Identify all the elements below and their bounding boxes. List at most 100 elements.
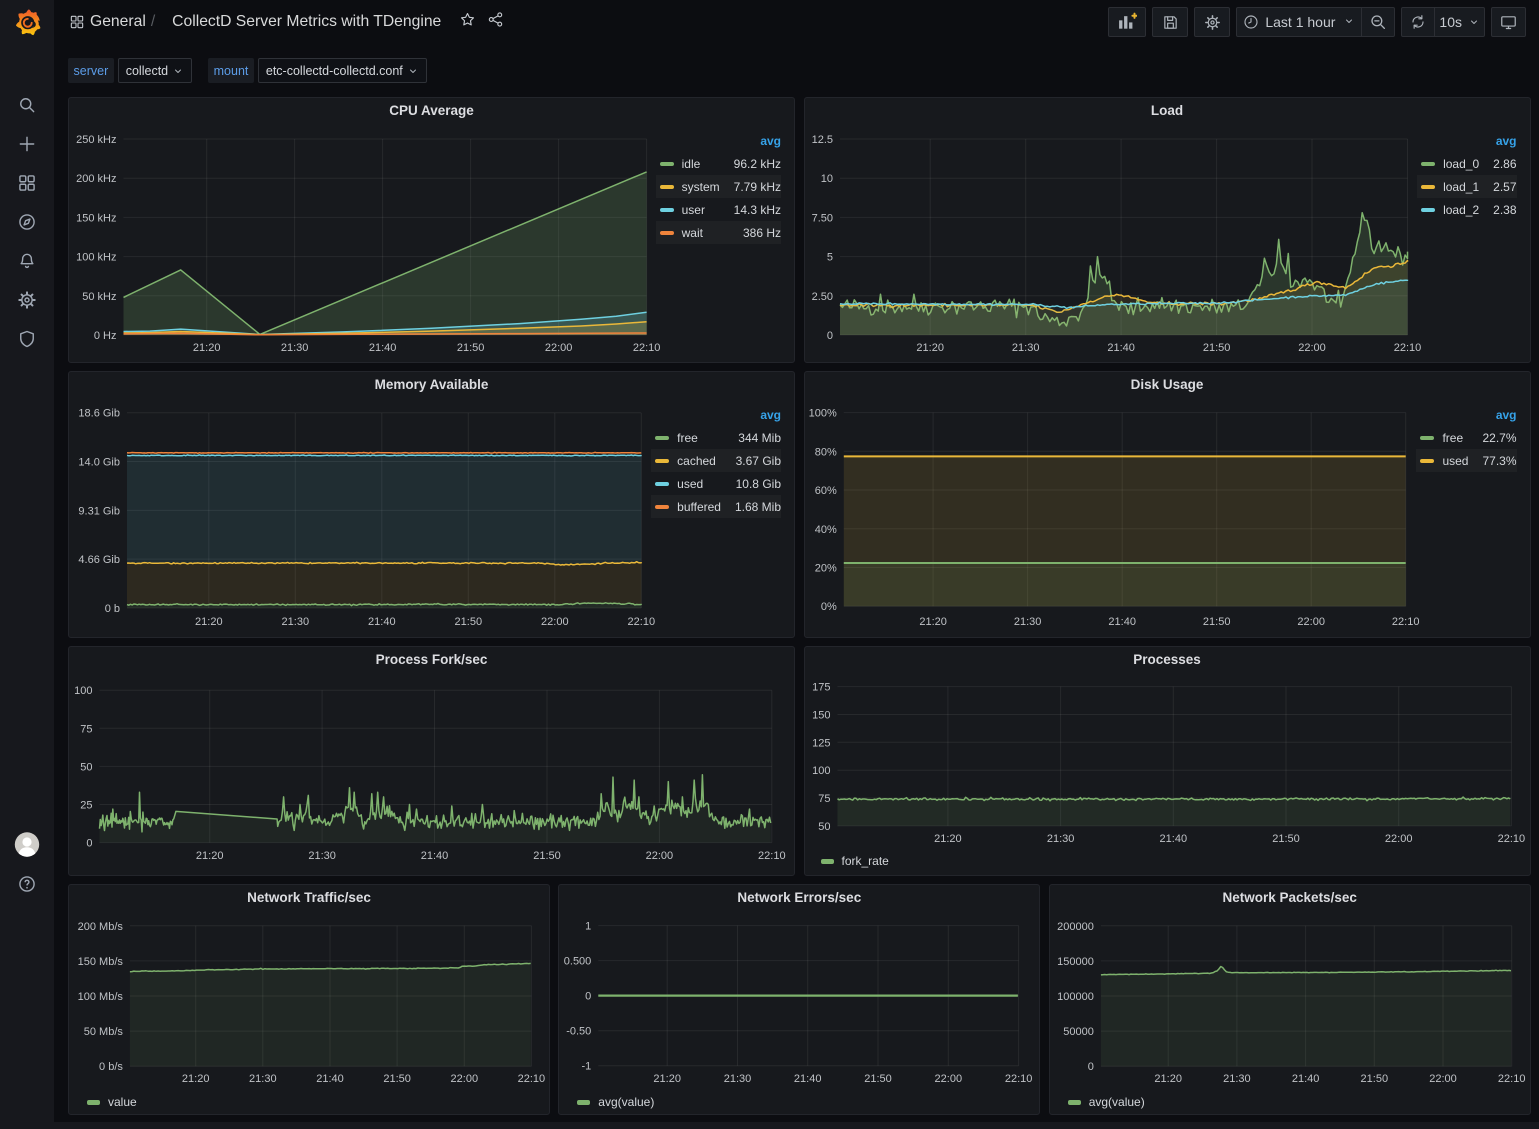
svg-text:0.500: 0.500 [564,956,592,968]
svg-text:21:30: 21:30 [308,850,336,862]
svg-text:21:40: 21:40 [368,616,396,628]
svg-text:10: 10 [820,173,832,185]
svg-text:21:20: 21:20 [919,616,947,628]
svg-text:175: 175 [812,682,830,694]
svg-text:22:00: 22:00 [935,1073,963,1085]
svg-text:22:00: 22:00 [451,1073,479,1085]
svg-text:14.0 Gib: 14.0 Gib [78,457,120,469]
svg-text:22:00: 22:00 [541,616,569,628]
svg-text:200 Mb/s: 200 Mb/s [78,921,124,933]
svg-text:21:40: 21:40 [1107,342,1135,354]
svg-text:100: 100 [812,765,830,777]
svg-text:21:20: 21:20 [916,342,944,354]
svg-text:100 kHz: 100 kHz [76,252,116,264]
svg-text:20%: 20% [814,563,836,575]
svg-text:22:10: 22:10 [1391,616,1419,628]
svg-text:0 Hz: 0 Hz [94,330,117,342]
svg-text:21:40: 21:40 [1159,833,1187,845]
svg-text:22:10: 22:10 [518,1073,546,1085]
svg-text:9.31 Gib: 9.31 Gib [78,505,120,517]
svg-text:21:20: 21:20 [654,1073,682,1085]
svg-text:21:50: 21:50 [533,850,561,862]
svg-text:12.5: 12.5 [811,134,832,146]
svg-text:40%: 40% [814,524,836,536]
svg-text:50000: 50000 [1063,1026,1094,1038]
svg-text:22:00: 22:00 [646,850,674,862]
svg-text:50 Mb/s: 50 Mb/s [84,1026,124,1038]
svg-text:21:20: 21:20 [934,833,962,845]
svg-text:75: 75 [80,723,92,735]
svg-text:25: 25 [80,800,92,812]
svg-text:22:00: 22:00 [1298,342,1326,354]
svg-text:21:40: 21:40 [421,850,449,862]
svg-text:21:50: 21:50 [865,1073,893,1085]
svg-text:21:50: 21:50 [1272,833,1300,845]
svg-text:100%: 100% [808,408,836,420]
svg-text:21:20: 21:20 [193,342,221,354]
svg-text:22:10: 22:10 [1005,1073,1033,1085]
svg-text:21:40: 21:40 [794,1073,822,1085]
svg-text:0: 0 [1087,1061,1093,1073]
svg-text:22:10: 22:10 [628,616,656,628]
svg-text:21:50: 21:50 [383,1073,411,1085]
svg-text:21:40: 21:40 [1108,616,1136,628]
svg-text:0 b: 0 b [105,603,120,615]
svg-text:5: 5 [826,252,832,264]
svg-text:22:10: 22:10 [1393,342,1421,354]
svg-text:0: 0 [585,991,591,1003]
svg-text:100000: 100000 [1057,991,1094,1003]
svg-text:21:50: 21:50 [455,616,483,628]
svg-text:0: 0 [86,838,92,850]
svg-text:-0.50: -0.50 [567,1026,592,1038]
svg-text:75: 75 [818,793,830,805]
svg-text:22:10: 22:10 [633,342,661,354]
svg-text:21:40: 21:40 [369,342,397,354]
svg-text:22:00: 22:00 [1297,616,1325,628]
svg-text:7.50: 7.50 [811,212,832,224]
svg-text:18.6 Gib: 18.6 Gib [78,408,120,420]
svg-text:22:10: 22:10 [758,850,786,862]
svg-text:21:50: 21:50 [1202,342,1230,354]
svg-text:21:20: 21:20 [196,850,224,862]
svg-text:21:20: 21:20 [195,616,223,628]
svg-text:0: 0 [826,330,832,342]
svg-text:21:30: 21:30 [724,1073,752,1085]
svg-text:50: 50 [818,821,830,833]
svg-text:250 kHz: 250 kHz [76,134,116,146]
svg-text:50: 50 [80,761,92,773]
svg-text:125: 125 [812,737,830,749]
svg-text:150 kHz: 150 kHz [76,212,116,224]
svg-text:21:20: 21:20 [182,1073,210,1085]
svg-text:-1: -1 [582,1061,592,1073]
svg-text:21:40: 21:40 [1292,1073,1320,1085]
svg-text:22:00: 22:00 [1429,1073,1457,1085]
svg-text:22:00: 22:00 [545,342,573,354]
svg-text:200000: 200000 [1057,921,1094,933]
svg-text:21:30: 21:30 [1011,342,1039,354]
svg-text:21:40: 21:40 [316,1073,344,1085]
svg-text:21:30: 21:30 [249,1073,277,1085]
svg-text:22:10: 22:10 [1498,1073,1526,1085]
svg-text:4.66 Gib: 4.66 Gib [78,554,120,566]
svg-text:22:00: 22:00 [1384,833,1412,845]
svg-text:21:50: 21:50 [457,342,485,354]
svg-text:100: 100 [74,685,92,697]
svg-text:60%: 60% [814,485,836,497]
svg-text:80%: 80% [814,446,836,458]
svg-text:21:20: 21:20 [1154,1073,1182,1085]
svg-text:21:30: 21:30 [282,616,310,628]
svg-text:0%: 0% [820,601,836,613]
svg-text:21:50: 21:50 [1360,1073,1388,1085]
svg-text:0 b/s: 0 b/s [99,1061,123,1073]
svg-text:21:30: 21:30 [1013,616,1041,628]
svg-text:150 Mb/s: 150 Mb/s [78,956,124,968]
svg-text:100 Mb/s: 100 Mb/s [78,991,124,1003]
svg-text:2.50: 2.50 [811,291,832,303]
svg-text:22:10: 22:10 [1497,833,1525,845]
svg-text:200 kHz: 200 kHz [76,173,116,185]
svg-text:21:30: 21:30 [1223,1073,1251,1085]
svg-text:21:30: 21:30 [281,342,309,354]
svg-text:21:30: 21:30 [1046,833,1074,845]
svg-text:1: 1 [585,921,591,933]
svg-text:21:50: 21:50 [1202,616,1230,628]
